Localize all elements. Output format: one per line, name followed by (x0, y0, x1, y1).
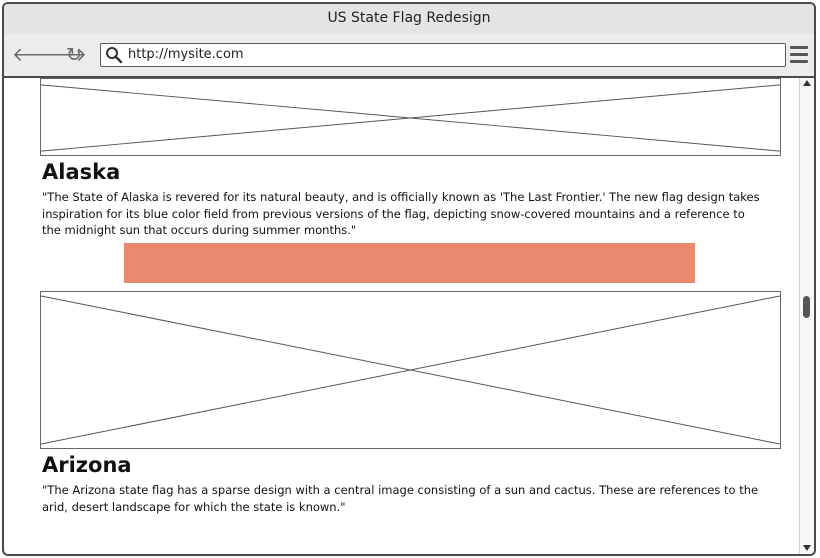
title-bar: US State Flag Redesign (4, 4, 814, 35)
accent-bar (124, 243, 695, 283)
address-bar[interactable]: http://mysite.com (100, 43, 786, 67)
image-placeholder-icon (41, 84, 780, 152)
image-placeholder-icon (41, 295, 780, 445)
scrollbar-thumb[interactable] (803, 296, 810, 318)
browser-toolbar: 🡐 🡒 ↻ http://mysite.com (4, 34, 814, 78)
search-icon (106, 47, 123, 64)
page-content: Alaska "The State of Alaska is revered f… (4, 78, 800, 554)
scroll-down-arrow-icon[interactable] (803, 545, 811, 551)
flag-image-placeholder (40, 78, 781, 156)
url-text: http://mysite.com (128, 47, 244, 62)
state-title-arizona: Arizona (42, 453, 132, 477)
hamburger-menu-icon[interactable] (790, 46, 808, 64)
state-description-alaska: "The State of Alaska is revered for its … (42, 190, 760, 237)
reload-icon[interactable]: ↻ (66, 45, 82, 65)
browser-window: US State Flag Redesign 🡐 🡒 ↻ http://mysi… (2, 2, 816, 556)
state-description-arizona: "The Arizona state flag has a sparse des… (42, 483, 759, 514)
vertical-scrollbar[interactable] (799, 78, 814, 554)
window-title: US State Flag Redesign (327, 10, 491, 26)
flag-image-placeholder (40, 291, 781, 449)
scroll-up-arrow-icon[interactable] (803, 80, 811, 86)
state-title-alaska: Alaska (42, 160, 121, 184)
